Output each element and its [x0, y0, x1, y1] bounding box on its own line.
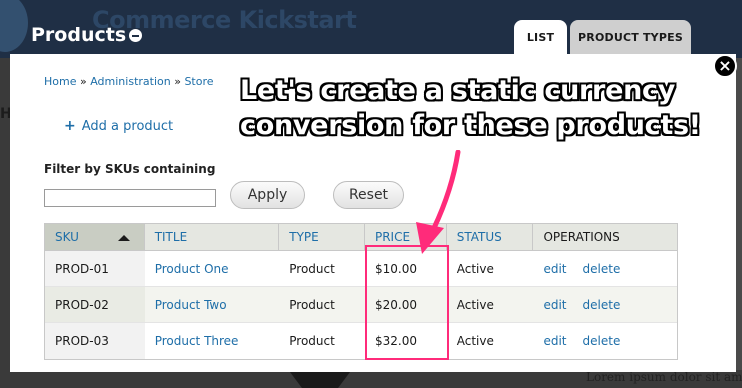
annotation-callout: Let's create a static currency conversio…: [240, 75, 701, 141]
breadcrumb-administration[interactable]: Administration: [90, 75, 171, 88]
edit-link[interactable]: edit: [543, 298, 566, 312]
edit-link[interactable]: edit: [543, 334, 566, 348]
breadcrumb-store[interactable]: Store: [184, 75, 213, 88]
status-cell: Active: [456, 334, 494, 348]
price-highlight-box: [365, 245, 449, 360]
add-product-label: Add a product: [81, 118, 174, 134]
filter-label: Filter by SKUs containing: [44, 162, 216, 176]
breadcrumb: Home » Administration » Store: [44, 75, 214, 88]
table-row: PROD-02 Product Two Product $20.00 Activ…: [45, 287, 677, 323]
overlay-title: Products: [31, 24, 127, 46]
breadcrumb-separator: »: [174, 75, 181, 88]
collapse-toggle-icon[interactable]: [129, 29, 142, 42]
type-cell: Product: [289, 261, 335, 276]
column-header-type[interactable]: TYPE: [279, 224, 365, 250]
table-row: PROD-01 Product One Product $10.00 Activ…: [45, 251, 677, 287]
product-title-link[interactable]: Product Two: [155, 298, 227, 312]
breadcrumb-separator: »: [79, 75, 87, 88]
type-cell: Product: [289, 334, 335, 348]
status-cell: Active: [456, 297, 494, 312]
tab-list[interactable]: LIST: [514, 20, 567, 54]
add-product-link[interactable]: + Add a product: [64, 118, 173, 134]
operations-cell: edit delete: [533, 323, 677, 359]
title-cell: Product Three: [145, 323, 280, 359]
product-title-link[interactable]: Product Three: [155, 334, 239, 348]
apply-button[interactable]: Apply: [230, 181, 305, 209]
edit-link[interactable]: edit: [543, 262, 566, 276]
annotation-arrow-icon: [416, 150, 461, 254]
title-cell: Product Two: [145, 287, 280, 322]
tab-product-types[interactable]: PRODUCT TYPES: [570, 20, 691, 54]
operations-cell: edit delete: [533, 251, 677, 286]
drupal-logo-icon: [0, 0, 28, 52]
delete-link[interactable]: delete: [583, 334, 621, 348]
type-cell: Product: [289, 297, 335, 312]
products-table: SKU TITLE TYPE PRICE STATUS OPERATIONS P…: [44, 223, 678, 360]
column-header-label: SKU: [55, 230, 79, 244]
delete-link[interactable]: delete: [583, 262, 621, 276]
product-title-link[interactable]: Product One: [155, 262, 229, 276]
title-cell: Product One: [145, 251, 280, 286]
column-header-sku[interactable]: SKU: [45, 224, 145, 250]
sku-cell: PROD-01: [45, 251, 145, 286]
table-header-row: SKU TITLE TYPE PRICE STATUS OPERATIONS: [45, 224, 677, 251]
reset-button[interactable]: Reset: [333, 181, 404, 209]
sku-cell: PROD-03: [45, 323, 145, 359]
breadcrumb-home[interactable]: Home: [44, 75, 76, 88]
sku-cell: PROD-02: [45, 287, 145, 322]
plus-icon: +: [64, 118, 76, 134]
delete-link[interactable]: delete: [583, 298, 621, 312]
operations-cell: edit delete: [533, 287, 677, 322]
column-header-operations: OPERATIONS: [543, 230, 620, 244]
sort-ascending-icon: [117, 235, 130, 241]
sku-filter-input[interactable]: [44, 189, 216, 207]
table-row: PROD-03 Product Three Product $32.00 Act…: [45, 323, 677, 359]
column-header-title[interactable]: TITLE: [145, 224, 280, 250]
background-lorem-text: Lorem ipsum dolor sit am: [586, 370, 742, 384]
